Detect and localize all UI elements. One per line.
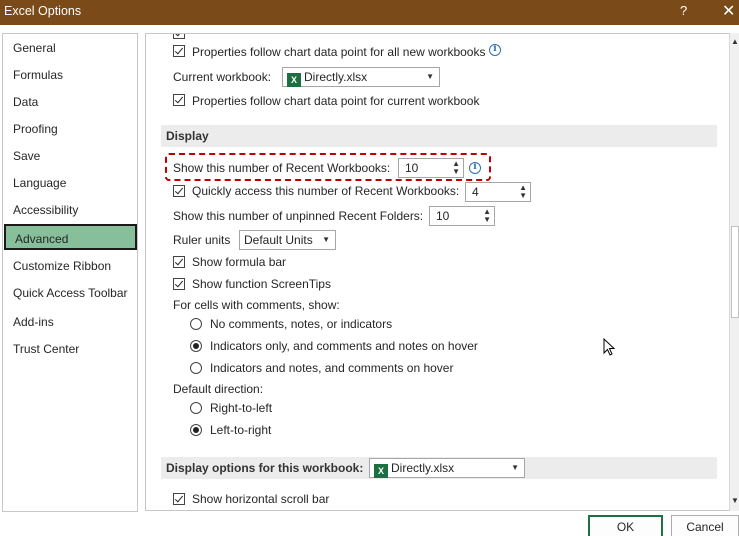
show-formula-bar-checkbox[interactable] — [173, 256, 185, 268]
mouse-cursor-icon — [603, 338, 615, 356]
indicators-only-label: Indicators only, and comments and notes … — [210, 339, 478, 353]
cancel-button[interactable]: Cancel — [671, 515, 739, 536]
spin-down-icon[interactable]: ▼ — [483, 216, 491, 224]
current-workbook-label: Current workbook: — [173, 70, 272, 84]
scroll-down-icon[interactable]: ▼ — [731, 496, 739, 505]
scroll-up-icon[interactable]: ▲ — [731, 37, 739, 46]
partial-checkbox[interactable] — [173, 34, 185, 39]
chevron-down-icon: ▼ — [322, 235, 330, 244]
left-to-right-label: Left-to-right — [210, 423, 272, 437]
props-all-new-checkbox[interactable] — [173, 45, 185, 57]
nav-item-language[interactable]: Language — [3, 170, 137, 196]
quick-access-value: 4 — [472, 185, 479, 199]
title-bar: Excel Options ? ✕ — [0, 0, 739, 25]
recent-workbooks-label: Show this number of Recent Workbooks: — [173, 161, 391, 175]
quick-access-spinner[interactable]: 4 ▲ ▼ — [465, 182, 531, 202]
display-section-header: Display — [161, 125, 717, 147]
scroll-thumb[interactable] — [731, 226, 739, 318]
nav-item-data[interactable]: Data — [3, 89, 137, 115]
recent-workbooks-spinner[interactable]: 10 ▲ ▼ — [398, 158, 464, 178]
advanced-options-panel: Properties follow chart data point for a… — [145, 33, 731, 511]
chevron-down-icon: ▼ — [511, 463, 519, 472]
show-screentips-label: Show function ScreenTips — [192, 277, 331, 291]
ruler-units-label: Ruler units — [173, 233, 231, 247]
props-current-checkbox[interactable] — [173, 94, 185, 106]
props-all-new-label: Properties follow chart data point for a… — [192, 45, 486, 59]
ruler-units-select[interactable]: Default Units ▼ — [239, 230, 336, 250]
info-icon: i — [469, 162, 481, 174]
ruler-units-value: Default Units — [244, 233, 313, 247]
nav-item-save[interactable]: Save — [3, 143, 137, 169]
default-direction-label: Default direction: — [173, 382, 264, 396]
unpinned-folders-spinner[interactable]: 10 ▲ ▼ — [429, 206, 495, 226]
close-icon[interactable]: ✕ — [722, 1, 735, 21]
show-hscroll-label: Show horizontal scroll bar — [192, 492, 330, 506]
nav-item-customize-ribbon[interactable]: Customize Ribbon — [3, 253, 137, 279]
indicators-and-notes-label: Indicators and notes, and comments on ho… — [210, 361, 454, 375]
recent-workbooks-value: 10 — [405, 161, 419, 175]
vertical-scrollbar[interactable]: ▲ ▼ — [729, 33, 739, 511]
comments-label: For cells with comments, show: — [173, 298, 340, 312]
nav-item-accessibility[interactable]: Accessibility — [3, 197, 137, 223]
show-formula-bar-label: Show formula bar — [192, 255, 287, 269]
options-nav: General Formulas Data Proofing Save Lang… — [2, 33, 138, 512]
nav-item-advanced[interactable]: Advanced — [4, 224, 137, 250]
unpinned-folders-label: Show this number of unpinned Recent Fold… — [173, 209, 424, 223]
nav-item-general[interactable]: General — [3, 35, 137, 61]
excel-file-icon: X — [287, 73, 301, 87]
window-title: Excel Options — [4, 4, 82, 18]
spin-down-icon[interactable]: ▼ — [452, 168, 460, 176]
current-workbook-value: Directly.xlsx — [304, 70, 368, 84]
indicators-and-notes-radio[interactable] — [190, 362, 202, 374]
help-icon[interactable]: ? — [680, 3, 687, 18]
nav-item-formulas[interactable]: Formulas — [3, 62, 137, 88]
workbook-display-select[interactable]: X Directly.xlsx ▼ — [369, 458, 525, 478]
spin-down-icon[interactable]: ▼ — [519, 192, 527, 200]
quick-access-checkbox[interactable] — [173, 185, 185, 197]
props-current-label: Properties follow chart data point for c… — [192, 94, 480, 108]
nav-item-add-ins[interactable]: Add-ins — [3, 309, 137, 335]
quick-access-label: Quickly access this number of Recent Wor… — [192, 184, 460, 198]
info-icon: i — [489, 44, 501, 56]
right-to-left-label: Right-to-left — [210, 401, 273, 415]
nav-item-quick-access-toolbar[interactable]: Quick Access Toolbar — [3, 280, 137, 306]
nav-item-trust-center[interactable]: Trust Center — [3, 336, 137, 362]
indicators-only-radio[interactable] — [190, 340, 202, 352]
excel-file-icon: X — [374, 464, 388, 478]
workbook-display-value: Directly.xlsx — [391, 461, 455, 475]
right-to-left-radio[interactable] — [190, 402, 202, 414]
nav-item-proofing[interactable]: Proofing — [3, 116, 137, 142]
current-workbook-select[interactable]: X Directly.xlsx ▼ — [282, 67, 440, 87]
show-screentips-checkbox[interactable] — [173, 278, 185, 290]
show-hscroll-checkbox[interactable] — [173, 493, 185, 505]
workbook-display-header-label: Display options for this workbook: — [166, 461, 364, 475]
unpinned-folders-value: 10 — [436, 209, 450, 223]
chevron-down-icon: ▼ — [426, 72, 434, 81]
ok-button[interactable]: OK — [588, 515, 663, 536]
no-comments-radio[interactable] — [190, 318, 202, 330]
no-comments-label: No comments, notes, or indicators — [210, 317, 393, 331]
left-to-right-radio[interactable] — [190, 424, 202, 436]
